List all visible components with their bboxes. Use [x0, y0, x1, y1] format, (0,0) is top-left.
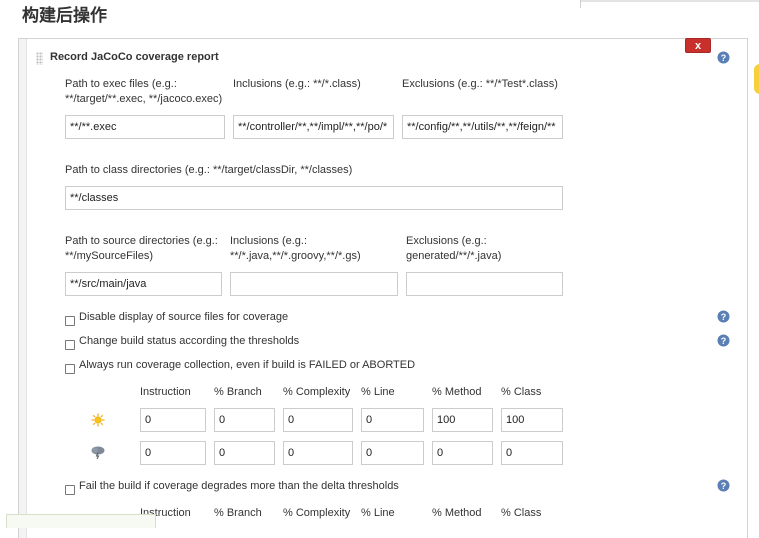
source-exclusions-label: Exclusions (e.g.: generated/**/*.java): [406, 235, 502, 262]
exclusions-label: Exclusions (e.g.: **/*Test*.class): [402, 78, 558, 90]
header-method: % Method: [432, 386, 482, 398]
sunny-line-input[interactable]: 0: [361, 408, 424, 432]
svg-text:?: ?: [721, 336, 727, 346]
stormy-instruction-input[interactable]: 0: [140, 441, 206, 465]
source-exclusions-input[interactable]: [406, 272, 563, 296]
source-dirs-input[interactable]: **/src/main/java: [65, 272, 222, 296]
exec-files-input[interactable]: **/**.exec: [65, 115, 225, 139]
help-icon[interactable]: ?: [717, 479, 730, 492]
class-dirs-input[interactable]: **/classes: [65, 186, 563, 210]
sunny-method-input[interactable]: 100: [432, 408, 493, 432]
header-line: % Line: [361, 386, 395, 398]
always-run-checkbox[interactable]: [65, 364, 75, 374]
change-status-checkbox[interactable]: [65, 340, 75, 350]
exec-files-label: Path to exec files (e.g.: **/target/**.ex…: [65, 78, 223, 105]
header-complexity: % Complexity: [283, 386, 351, 398]
sunny-weather-icon: [91, 413, 105, 427]
svg-text:?: ?: [721, 481, 727, 491]
delta-header-branch: % Branch: [214, 507, 262, 519]
svg-text:?: ?: [721, 53, 727, 63]
section-title: 构建后操作: [22, 6, 107, 25]
delta-header-class: % Class: [501, 507, 542, 519]
header-instruction: Instruction: [140, 386, 191, 398]
sunny-class-input[interactable]: 100: [501, 408, 563, 432]
drag-handle-icon[interactable]: [36, 52, 43, 65]
help-icon[interactable]: ?: [717, 51, 730, 64]
stormy-complexity-input[interactable]: 0: [283, 441, 353, 465]
svg-text:?: ?: [721, 312, 727, 322]
panel-title: Record JaCoCo coverage report: [50, 51, 219, 63]
stormy-branch-input[interactable]: 0: [214, 441, 275, 465]
disable-source-checkbox[interactable]: [65, 316, 75, 326]
exclusions-input[interactable]: **/config/**,**/utils/**,**/feign/**: [402, 115, 563, 139]
delta-header-method: % Method: [432, 507, 482, 519]
delta-header-line: % Line: [361, 507, 395, 519]
class-dirs-label: Path to class directories (e.g.: **/targ…: [65, 164, 353, 176]
panel-left-strip: [19, 39, 27, 538]
disable-source-label: Disable display of source files for cove…: [79, 311, 289, 323]
top-border: [580, 0, 759, 2]
help-icon[interactable]: ?: [717, 334, 730, 347]
always-run-label: Always run coverage collection, even if …: [79, 359, 416, 371]
inclusions-input[interactable]: **/controller/**,**/impl/**,**/po/*: [233, 115, 394, 139]
inclusions-label: Inclusions (e.g.: **/*.class): [233, 78, 361, 90]
stormy-method-input[interactable]: 0: [432, 441, 493, 465]
stormy-line-input[interactable]: 0: [361, 441, 424, 465]
stormy-weather-icon: [91, 446, 105, 459]
sunny-branch-input[interactable]: 0: [214, 408, 275, 432]
change-status-label: Change build status according the thresh…: [79, 335, 300, 347]
source-dirs-label: Path to source directories (e.g.: **/mySo…: [65, 235, 218, 262]
side-notification-badge[interactable]: [754, 64, 759, 94]
tab-separator: [580, 0, 581, 8]
source-inclusions-input[interactable]: [230, 272, 398, 296]
sunny-complexity-input[interactable]: 0: [283, 408, 353, 432]
fail-delta-label: Fail the build if coverage degrades more…: [79, 480, 399, 492]
header-class: % Class: [501, 386, 542, 398]
help-icon[interactable]: ?: [717, 310, 730, 323]
delete-step-button[interactable]: x: [685, 38, 711, 53]
stormy-class-input[interactable]: 0: [501, 441, 563, 465]
source-inclusions-label: Inclusions (e.g.: **/*.java,**/*.groovy,*…: [230, 235, 361, 262]
sunny-instruction-input[interactable]: 0: [140, 408, 206, 432]
fail-delta-checkbox[interactable]: [65, 485, 75, 495]
delta-header-complexity: % Complexity: [283, 507, 351, 519]
header-branch: % Branch: [214, 386, 262, 398]
